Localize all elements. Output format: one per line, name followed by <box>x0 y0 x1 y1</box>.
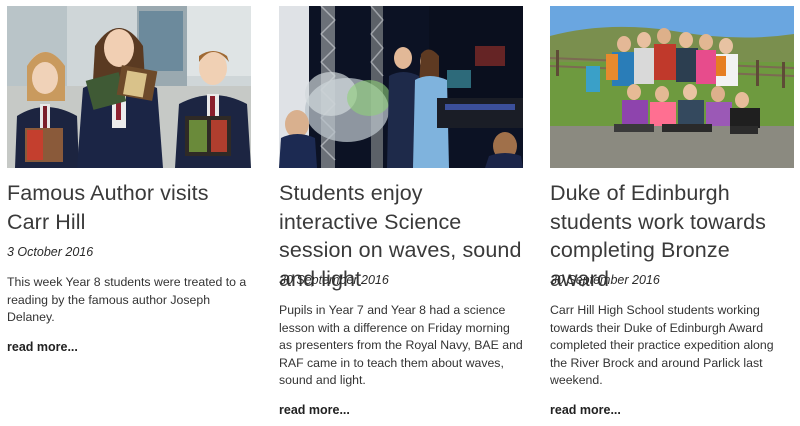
news-summary: Carr Hill High School students working t… <box>550 303 774 387</box>
news-date: 3 October 2016 <box>7 245 94 259</box>
news-date: 30 September 2016 <box>279 273 389 287</box>
news-date: 30 September 2016 <box>550 273 660 287</box>
news-photo-science-session[interactable] <box>279 6 523 168</box>
read-more-link[interactable]: read more... <box>279 402 350 418</box>
news-card-science-session: Students enjoy interactive Science sessi… <box>279 6 523 426</box>
news-card-author-visit: Famous Author visits Carr Hill 3 October… <box>7 6 251 426</box>
read-more-link[interactable]: read more... <box>7 339 78 355</box>
news-grid: Famous Author visits Carr Hill 3 October… <box>7 6 797 426</box>
news-photo-author-visit[interactable] <box>7 6 251 168</box>
news-summary: Pupils in Year 7 and Year 8 had a scienc… <box>279 303 523 387</box>
news-photo-duke-of-edinburgh[interactable] <box>550 6 794 168</box>
read-more-link[interactable]: read more... <box>550 402 621 418</box>
news-title[interactable]: Famous Author visits Carr Hill <box>7 179 251 236</box>
news-card-duke-of-edinburgh: Duke of Edinburgh students work towards … <box>550 6 794 426</box>
news-summary: This week Year 8 students were treated t… <box>7 275 247 324</box>
